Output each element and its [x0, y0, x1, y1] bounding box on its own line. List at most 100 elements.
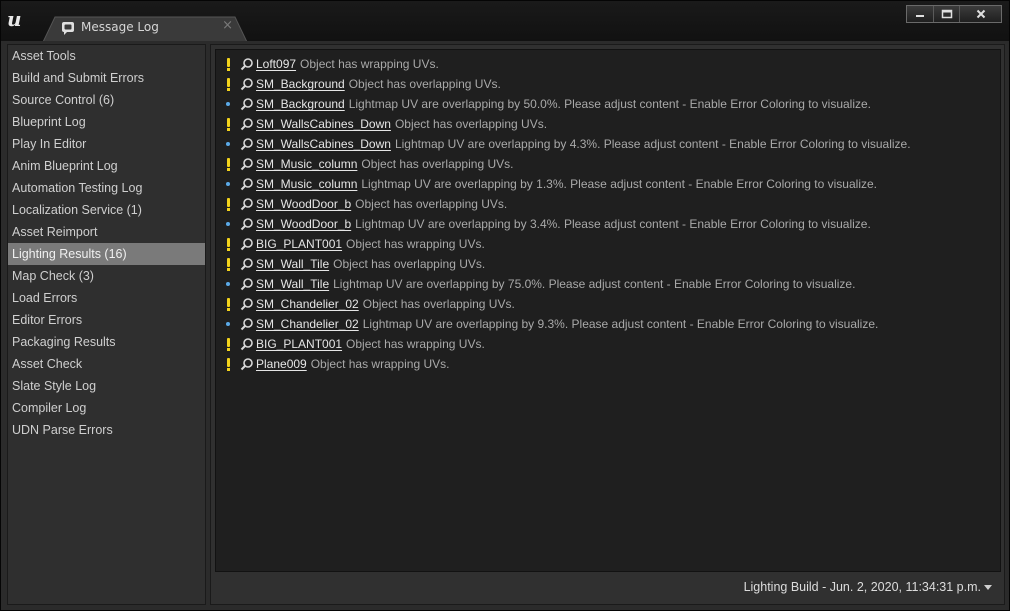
log-row[interactable]: SM_WallsCabines_Down Object has overlappi… — [216, 114, 1000, 134]
message-log-window: u Message Log × Asset Tools Build and Su… — [0, 0, 1010, 611]
warning-icon — [226, 77, 230, 91]
severity-cell — [216, 257, 240, 271]
unreal-engine-logo-icon[interactable]: u — [5, 6, 31, 32]
find-in-level-icon[interactable] — [240, 357, 254, 371]
object-link[interactable]: SM_Wall_Tile — [256, 254, 329, 274]
object-link[interactable]: SM_Music_column — [256, 154, 357, 174]
sidebar-item-compiler-log[interactable]: Compiler Log — [8, 397, 205, 419]
log-row[interactable]: SM_Wall_Tile Object has overlapping UVs. — [216, 254, 1000, 274]
find-in-level-icon[interactable] — [240, 337, 254, 351]
find-in-level-icon[interactable] — [240, 317, 254, 331]
log-row[interactable]: SM_Music_column Lightmap UV are overlappi… — [216, 174, 1000, 194]
sidebar-item-packaging-results[interactable]: Packaging Results — [8, 331, 205, 353]
find-in-level-icon[interactable] — [240, 197, 254, 211]
message-text: Lightmap UV are overlapping by 9.3%. Ple… — [362, 317, 879, 331]
sidebar-item-slate-style-log[interactable]: Slate Style Log — [8, 375, 205, 397]
log-row[interactable]: SM_WallsCabines_Down Lightmap UV are over… — [216, 134, 1000, 154]
severity-cell — [216, 142, 240, 146]
severity-cell — [216, 57, 240, 71]
info-icon — [226, 182, 230, 186]
tab-label: Message Log — [81, 20, 159, 34]
sidebar-item-editor-errors[interactable]: Editor Errors — [8, 309, 205, 331]
message-list[interactable]: Loft097 Object has wrapping UVs. SM_Backgr… — [215, 49, 1001, 572]
minimize-button[interactable] — [907, 6, 933, 22]
object-link[interactable]: SM_Music_column — [256, 174, 357, 194]
object-link[interactable]: SM_Background — [256, 94, 345, 114]
close-button[interactable] — [959, 6, 1001, 22]
find-in-level-icon[interactable] — [240, 117, 254, 131]
tab-close-icon[interactable]: × — [222, 19, 233, 33]
info-icon — [226, 142, 230, 146]
log-row[interactable]: SM_Chandelier_02 Lightmap UV are overlapp… — [216, 314, 1000, 334]
log-row[interactable]: Plane009 Object has wrapping UVs. — [216, 354, 1000, 374]
sidebar-item-asset-reimport[interactable]: Asset Reimport — [8, 221, 205, 243]
sidebar-item-lighting-results-16[interactable]: Lighting Results (16) — [8, 243, 205, 265]
title-bar[interactable]: u Message Log × — [1, 1, 1009, 42]
sidebar-item-localization-service-1[interactable]: Localization Service (1) — [8, 199, 205, 221]
object-link[interactable]: Loft097 — [256, 54, 296, 74]
object-link[interactable]: SM_WoodDoor_b — [256, 194, 351, 214]
log-row[interactable]: SM_WoodDoor_b Lightmap UV are overlapping… — [216, 214, 1000, 234]
sidebar-item-asset-check[interactable]: Asset Check — [8, 353, 205, 375]
log-row[interactable]: BIG_PLANT001 Object has wrapping UVs. — [216, 334, 1000, 354]
severity-cell — [216, 182, 240, 186]
log-row[interactable]: BIG_PLANT001 Object has wrapping UVs. — [216, 234, 1000, 254]
info-icon — [226, 322, 230, 326]
message-text: Object has wrapping UVs. — [346, 237, 485, 251]
sidebar-item-anim-blueprint-log[interactable]: Anim Blueprint Log — [8, 155, 205, 177]
log-row[interactable]: Loft097 Object has wrapping UVs. — [216, 54, 1000, 74]
sidebar-item-source-control-6[interactable]: Source Control (6) — [8, 89, 205, 111]
page-selector[interactable]: Lighting Build - Jun. 2, 2020, 11:34:31 … — [744, 580, 992, 594]
object-link[interactable]: SM_Chandelier_02 — [256, 294, 359, 314]
object-link[interactable]: BIG_PLANT001 — [256, 234, 342, 254]
object-link[interactable]: BIG_PLANT001 — [256, 334, 342, 354]
message-text: Lightmap UV are overlapping by 3.4%. Ple… — [355, 217, 871, 231]
tab-message-log[interactable]: Message Log × — [43, 16, 247, 42]
log-row[interactable]: SM_Chandelier_02 Object has overlapping U… — [216, 294, 1000, 314]
message-text: Object has overlapping UVs. — [394, 117, 548, 131]
sidebar-item-asset-tools[interactable]: Asset Tools — [8, 45, 205, 67]
sidebar-item-load-errors[interactable]: Load Errors — [8, 287, 205, 309]
severity-cell — [216, 222, 240, 226]
message-text: Object has wrapping UVs. — [310, 357, 450, 371]
log-row[interactable]: SM_Wall_Tile Lightmap UV are overlapping … — [216, 274, 1000, 294]
sidebar-item-play-in-editor[interactable]: Play In Editor — [8, 133, 205, 155]
find-in-level-icon[interactable] — [240, 277, 254, 291]
message-text: Object has overlapping UVs. — [348, 77, 501, 91]
object-link[interactable]: SM_Background — [256, 74, 345, 94]
severity-cell — [216, 197, 240, 211]
severity-cell — [216, 337, 240, 351]
sidebar-item-build-and-submit-errors[interactable]: Build and Submit Errors — [8, 67, 205, 89]
sidebar-item-map-check-3[interactable]: Map Check (3) — [8, 265, 205, 287]
sidebar-item-udn-parse-errors[interactable]: UDN Parse Errors — [8, 419, 205, 441]
find-in-level-icon[interactable] — [240, 257, 254, 271]
find-in-level-icon[interactable] — [240, 237, 254, 251]
severity-cell — [216, 322, 240, 326]
object-link[interactable]: SM_WoodDoor_b — [256, 214, 351, 234]
log-row[interactable]: SM_Background Object has overlapping UVs. — [216, 74, 1000, 94]
sidebar-item-automation-testing-log[interactable]: Automation Testing Log — [8, 177, 205, 199]
object-link[interactable]: SM_Wall_Tile — [256, 274, 329, 294]
find-in-level-icon[interactable] — [240, 177, 254, 191]
log-row[interactable]: SM_WoodDoor_b Object has overlapping UVs. — [216, 194, 1000, 214]
maximize-button[interactable] — [933, 6, 959, 22]
find-in-level-icon[interactable] — [240, 137, 254, 151]
severity-cell — [216, 102, 240, 106]
find-in-level-icon[interactable] — [240, 217, 254, 231]
object-link[interactable]: SM_Chandelier_02 — [256, 314, 359, 334]
find-in-level-icon[interactable] — [240, 77, 254, 91]
severity-cell — [216, 117, 240, 131]
find-in-level-icon[interactable] — [240, 157, 254, 171]
sidebar-item-blueprint-log[interactable]: Blueprint Log — [8, 111, 205, 133]
message-text: Object has overlapping UVs. — [355, 197, 508, 211]
find-in-level-icon[interactable] — [240, 297, 254, 311]
object-link[interactable]: Plane009 — [256, 354, 307, 374]
find-in-level-icon[interactable] — [240, 97, 254, 111]
object-link[interactable]: SM_WallsCabines_Down — [256, 114, 391, 134]
log-main-area: Loft097 Object has wrapping UVs. SM_Backgr… — [210, 44, 1005, 605]
log-row[interactable]: SM_Background Lightmap UV are overlapping… — [216, 94, 1000, 114]
object-link[interactable]: SM_WallsCabines_Down — [256, 134, 391, 154]
find-in-level-icon[interactable] — [240, 57, 254, 71]
message-log-icon — [62, 22, 74, 35]
log-row[interactable]: SM_Music_column Object has overlapping UV… — [216, 154, 1000, 174]
